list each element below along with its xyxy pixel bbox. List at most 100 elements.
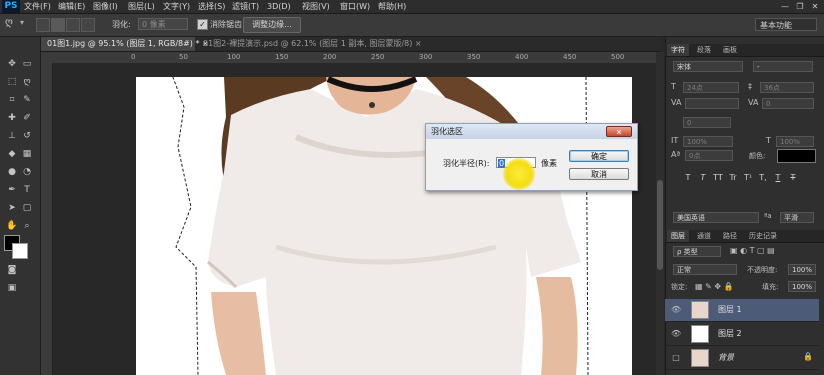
language-select[interactable]: 美国英语 [673,212,759,223]
menu-edit[interactable]: 编辑(E) [58,0,85,13]
lasso-tool-icon[interactable]: ღ [21,75,33,89]
eye-icon[interactable]: 👁 [671,305,681,315]
shape-tool-icon[interactable]: ▢ [21,201,33,215]
zoom-tool-icon[interactable]: ⌕ [21,219,33,233]
crop-tool-icon[interactable]: ⌗ [6,93,18,107]
eyedropper-tool-icon[interactable]: ✎ [21,93,33,107]
opacity-input[interactable]: 100% [788,264,816,275]
lasso-tool-preset-icon[interactable]: ღ [5,17,13,28]
close-window-button[interactable]: ✕ [808,1,822,12]
menu-type[interactable]: 文字(Y) [163,0,190,13]
blend-mode-select[interactable]: 正常 [673,264,737,275]
text-color-swatch[interactable] [777,149,816,163]
document-canvas[interactable] [136,71,632,375]
menu-image[interactable]: 图像(I) [93,0,118,13]
underline-button[interactable]: T [773,172,783,183]
cancel-button[interactable]: 取消 [569,168,629,180]
history-brush-icon[interactable]: ↺ [21,129,33,143]
tab-paths[interactable]: 路径 [719,230,741,242]
restore-button[interactable]: ❐ [793,1,807,12]
antialias-select[interactable]: 平滑 [780,212,814,223]
all-caps-button[interactable]: TT [713,172,723,183]
tab-document-1[interactable]: 01图1.jpg @ 95.1% (图层 1, RGB/8#) * × [41,37,209,51]
chevron-down-icon[interactable]: ▾ [20,18,24,27]
antialias-checkbox[interactable]: ✓ [197,19,208,30]
options-bar: ღ ▾ 羽化: 0 像素 ✓ 消除锯齿 调整边缘... 基本功能 [0,14,824,37]
canvas-area[interactable] [53,63,656,375]
lock-icons[interactable]: ▦ ✎ ✥ 🔒 [695,282,734,291]
eraser-tool-icon[interactable]: ◆ [6,147,18,161]
artboard-tool-icon[interactable]: ▭ [21,57,33,71]
minimize-button[interactable]: — [778,1,792,12]
layer-thumbnail [691,325,709,343]
subscript-button[interactable]: T, [758,172,768,183]
strikethrough-button[interactable]: T [788,172,798,183]
baseline-input[interactable]: 0点 [685,150,733,161]
feather-input[interactable]: 0 像素 [138,18,188,30]
refine-edge-button[interactable]: 调整边缘... [243,17,301,33]
scrollbar-thumb[interactable] [657,180,663,270]
menu-help[interactable]: 帮助(H) [378,0,406,13]
dialog-close-button[interactable]: ✕ [606,126,632,137]
tab-channels[interactable]: 通道 [693,230,715,242]
layer-row-2[interactable]: 👁 图层 2 [665,323,819,346]
workspace-select[interactable]: 基本功能 [755,18,817,31]
menu-layer[interactable]: 图层(L) [128,0,155,13]
move-tool-icon[interactable]: ✥ [6,57,18,71]
menu-window[interactable]: 窗口(W) [340,0,370,13]
eye-icon[interactable]: 👁 [671,329,681,339]
font-size-input[interactable]: 24点 [683,82,739,93]
layer-row-1[interactable]: 👁 图层 1 [665,299,819,322]
horizontal-scale-icon: T [766,136,771,145]
vertical-scale-input[interactable]: 100% [683,136,733,147]
lock-label: 锁定: [671,283,688,291]
intersect-selection-icon[interactable] [81,18,95,32]
filter-icons[interactable]: ▣ ◐ T ▢ ▤ [730,246,775,255]
type-tool-icon[interactable]: T [21,183,33,197]
marquee-tool-icon[interactable]: ⬚ [6,75,18,89]
proportional-spacing[interactable]: 0 [683,117,731,128]
layer-row-background[interactable]: □ 背景 🔒 [665,347,819,370]
tab-layers[interactable]: 图层 [667,230,689,242]
tab-history[interactable]: 历史记录 [745,230,781,242]
ok-button[interactable]: 确定 [569,150,629,162]
brush-tool-icon[interactable]: ✐ [21,111,33,125]
tab-artboard[interactable]: 画板 [719,44,741,56]
tab-document-2[interactable]: 01图2-裸提演示.psd @ 62.1% (图层 1 副本, 图层蒙版/8) … [197,37,422,51]
layer-kind-filter[interactable]: ρ 类型 [673,246,721,257]
menu-3d[interactable]: 3D(D) [267,0,291,13]
add-selection-icon[interactable] [51,18,65,32]
eye-icon[interactable]: □ [671,353,681,363]
subtract-selection-icon[interactable] [66,18,80,32]
superscript-button[interactable]: T¹ [743,172,753,183]
font-family-select[interactable]: 宋体 [673,61,743,72]
menu-select[interactable]: 选择(S) [198,0,225,13]
screen-mode-icon[interactable]: ▣ [6,281,18,295]
gradient-tool-icon[interactable]: ▦ [21,147,33,161]
faux-bold-button[interactable]: T [683,172,693,183]
menu-file[interactable]: 文件(F) [24,0,51,13]
leading-input[interactable]: 36点 [760,82,814,93]
faux-italic-button[interactable]: T [698,172,708,183]
new-selection-icon[interactable] [36,18,50,32]
horizontal-scale-input[interactable]: 100% [776,136,814,147]
quick-mask-icon[interactable]: ◙ [6,263,18,277]
blur-tool-icon[interactable]: ● [6,165,18,179]
stamp-tool-icon[interactable]: ⊥ [6,129,18,143]
tab-character[interactable]: 字符 [667,44,689,56]
heal-tool-icon[interactable]: ✚ [6,111,18,125]
fill-input[interactable]: 100% [788,281,816,292]
small-caps-button[interactable]: Tr [728,172,738,183]
dodge-tool-icon[interactable]: ◔ [21,165,33,179]
tracking-input[interactable]: 0 [762,98,814,109]
menu-view[interactable]: 视图(V) [302,0,330,13]
menu-filter[interactable]: 滤镜(T) [232,0,259,13]
tab-paragraph[interactable]: 段落 [693,44,715,56]
background-color-swatch[interactable] [12,243,28,259]
font-style-select[interactable]: - [753,61,813,72]
kerning-input[interactable] [685,98,739,109]
pen-tool-icon[interactable]: ✒ [6,183,18,197]
path-select-icon[interactable]: ➤ [6,201,18,215]
color-label: 颜色: [749,152,766,160]
hand-tool-icon[interactable]: ✋ [6,219,18,233]
